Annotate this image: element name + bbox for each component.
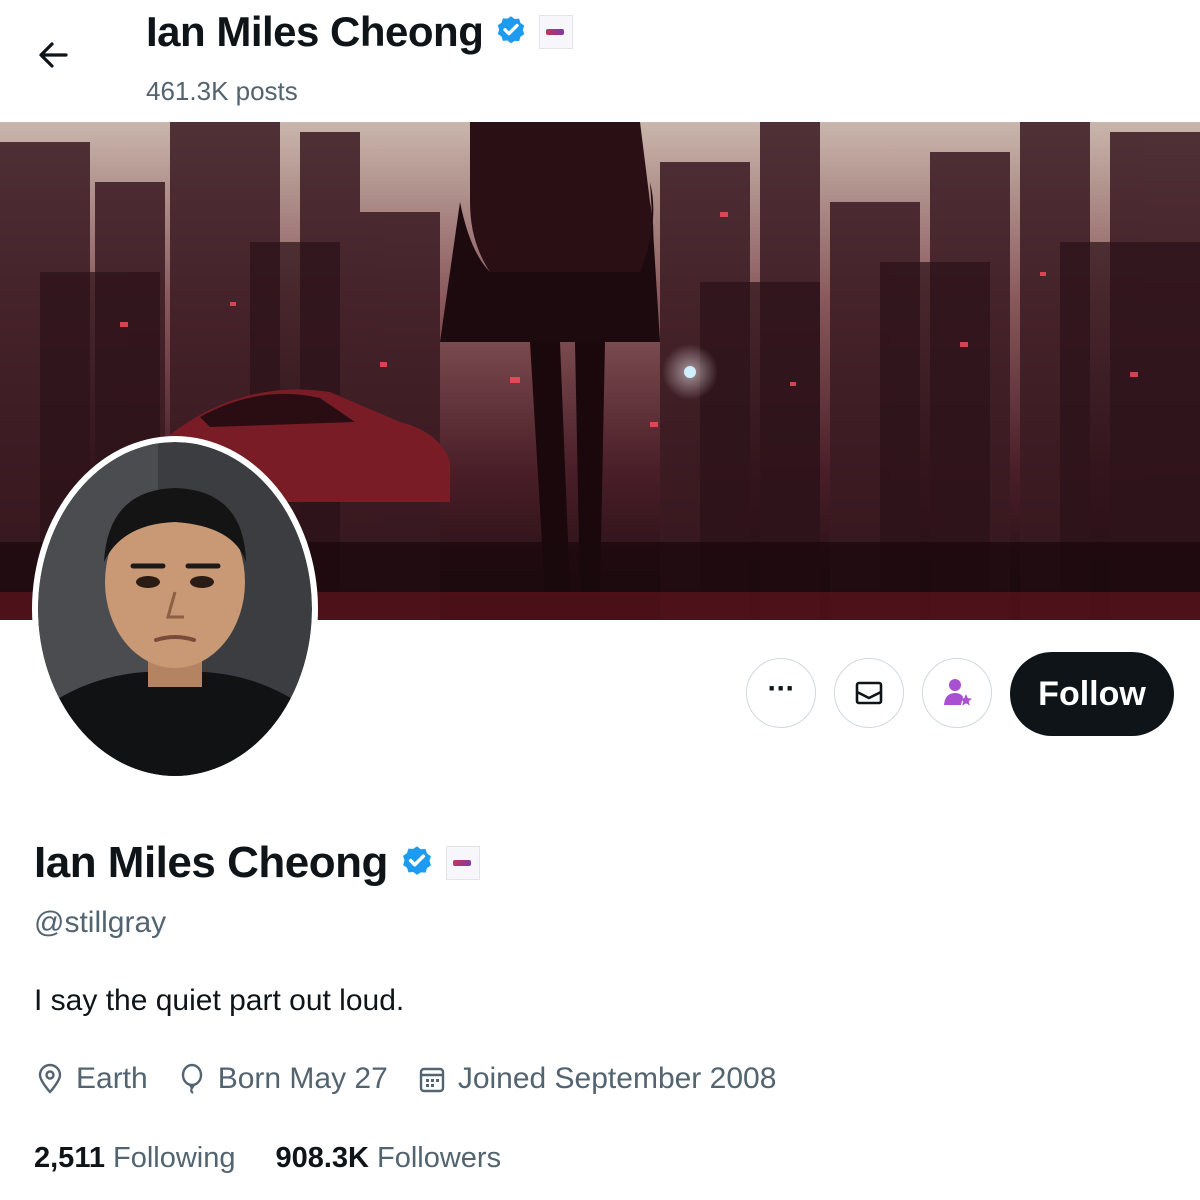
back-button[interactable] <box>30 30 80 80</box>
avatar-photo <box>38 442 312 776</box>
posts-count: 461.3K posts <box>146 76 298 106</box>
location-pin-icon <box>38 1063 62 1094</box>
arrow-left-icon <box>39 42 68 68</box>
more-options-button[interactable]: ··· <box>746 658 816 728</box>
meta-birthday: Born May 27 <box>176 1062 388 1096</box>
followers-link[interactable]: 908.3K Followers <box>275 1142 501 1175</box>
header-title: Ian Miles Cheong <box>146 8 574 56</box>
following-link[interactable]: 2,511 Following <box>34 1142 235 1175</box>
followers-label: Followers <box>377 1142 502 1174</box>
subscribe-button[interactable] <box>922 658 992 728</box>
followers-count: 908.3K <box>275 1142 369 1174</box>
more-options-icon: ··· <box>767 672 796 705</box>
profile-stats: 2,511 Following 908.3K Followers <box>34 1142 541 1175</box>
birthday-text: Born May 27 <box>217 1062 388 1095</box>
profile-display-name: Ian Miles Cheong <box>34 838 388 887</box>
profile-handle: @stillgray <box>34 906 167 939</box>
meta-joined: Joined September 2008 <box>416 1062 777 1096</box>
profile-name-row: Ian Miles Cheong <box>34 838 480 888</box>
location-text: Earth <box>76 1062 148 1095</box>
header-display-name: Ian Miles Cheong <box>146 8 484 55</box>
profile-header: Ian Miles Cheong 461.3K posts <box>0 0 1200 122</box>
envelope-icon <box>855 681 883 705</box>
calendar-icon <box>419 1067 445 1093</box>
verified-badge-icon <box>498 16 525 44</box>
subscribe-user-star-icon <box>944 679 972 706</box>
balloon-icon <box>181 1063 202 1094</box>
profile-avatar[interactable] <box>32 436 318 782</box>
verified-badge-icon[interactable] <box>398 844 436 882</box>
joined-text: Joined September 2008 <box>457 1062 777 1095</box>
following-count: 2,511 <box>34 1142 105 1174</box>
affiliate-badge-icon[interactable] <box>445 846 480 880</box>
meta-location: Earth <box>34 1062 148 1096</box>
follow-button[interactable]: Follow <box>1010 652 1174 736</box>
affiliate-badge-icon[interactable] <box>539 15 574 49</box>
profile-meta: Earth Born May 27 Joined September 2008 <box>34 1062 804 1096</box>
following-label: Following <box>112 1142 236 1174</box>
profile-bio: I say the quiet part out loud. <box>34 984 405 1017</box>
message-button[interactable] <box>834 658 904 728</box>
